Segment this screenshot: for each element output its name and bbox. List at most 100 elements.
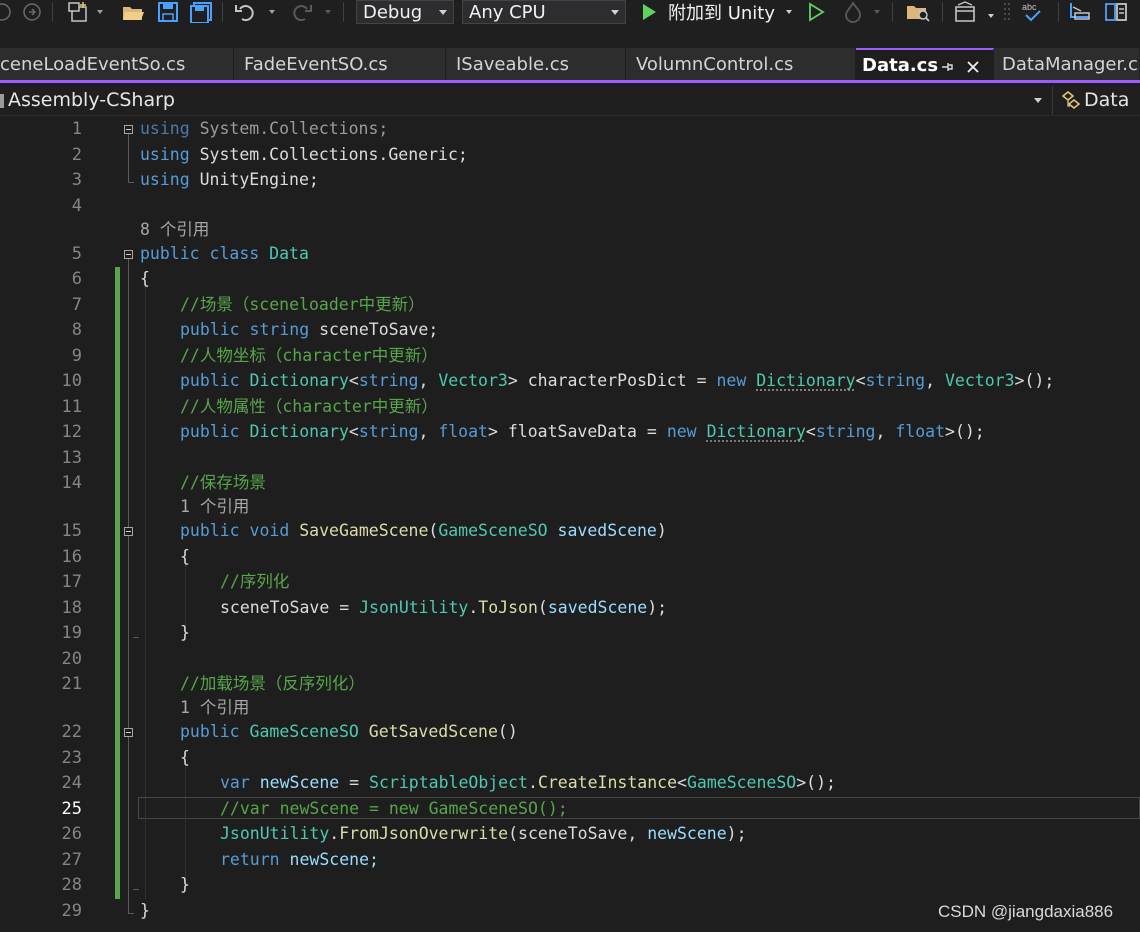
start-without-debugging-icon[interactable] [806, 0, 826, 24]
code-line: //序列化 [220, 572, 290, 591]
toolbar-separator [1058, 2, 1059, 22]
toolbar-separator [343, 2, 344, 22]
toolbar-grip-icon [1000, 0, 1014, 24]
open-folder-icon[interactable] [120, 0, 146, 24]
tab-label: VolumnControl.cs [636, 53, 794, 75]
collapse-icon[interactable] [124, 250, 133, 259]
line-number: 21 [61, 674, 82, 694]
code-line: //人物坐标（character中更新） [180, 346, 438, 365]
line-number: 5 [71, 244, 82, 264]
change-indicator-bar [115, 267, 120, 899]
attach-unity-button[interactable]: 附加到 Unity [640, 0, 804, 24]
line-number: 22 [61, 722, 82, 742]
tab-fade-event[interactable]: FadeEventSO.cs [234, 48, 446, 80]
save-icon[interactable] [156, 0, 180, 24]
clipboard-icon[interactable] [1102, 0, 1130, 24]
line-number: 14 [61, 473, 82, 493]
pin-icon[interactable] [940, 58, 954, 79]
attach-unity-label: 附加到 Unity [668, 3, 776, 24]
code-line: public Dictionary<string, Vector3> chara… [180, 371, 1055, 390]
chevron-down-icon[interactable] [97, 10, 103, 14]
code-line: var newScene = ScriptableObject.CreateIn… [220, 773, 836, 792]
back-icon[interactable] [0, 0, 12, 24]
line-number: 15 [61, 521, 82, 541]
spell-check-icon[interactable]: abc [1018, 0, 1048, 24]
play-icon [643, 4, 656, 20]
code-line: public class Data [140, 244, 309, 263]
fold-line [128, 259, 129, 913]
member-label: Data [1084, 89, 1130, 111]
line-number: 23 [61, 748, 82, 768]
code-line: using System.Collections; [140, 119, 389, 138]
code-line: //保存场景 [180, 473, 266, 492]
line-number: 18 [61, 598, 82, 618]
codelens-references[interactable]: 1 个引用 [180, 497, 249, 517]
line-number: 27 [61, 850, 82, 870]
code-line: } [140, 901, 150, 920]
code-line: //加载场景（反序列化） [180, 674, 365, 693]
line-number: 4 [71, 196, 82, 216]
line-number: 16 [61, 547, 82, 567]
collapse-icon[interactable] [124, 527, 133, 536]
fold-line [133, 637, 139, 638]
code-line: return newScene; [220, 850, 379, 869]
code-line: //人物属性（character中更新） [180, 397, 438, 416]
line-number: 6 [71, 269, 82, 289]
line-number: 29 [61, 901, 82, 921]
code-line: public GameSceneSO GetSavedScene() [180, 722, 518, 741]
collapse-icon[interactable] [124, 728, 133, 737]
chevron-down-icon[interactable] [269, 10, 275, 14]
line-number: 26 [61, 824, 82, 844]
tab-data[interactable]: Data.cs [856, 48, 994, 80]
new-project-icon[interactable] [66, 0, 92, 24]
toolbar-separator [52, 2, 53, 22]
code-line-current: //var newScene = new GameSceneSO(); [220, 799, 568, 818]
fold-line [128, 134, 129, 182]
tab-scene-load-event[interactable]: ceneLoadEventSo.cs [0, 48, 234, 80]
tab-isaveable[interactable]: ISaveable.cs [446, 48, 626, 80]
breakpoint-layout-icon[interactable] [1066, 0, 1094, 24]
undo-icon[interactable] [233, 0, 259, 24]
codelens-references[interactable]: 1 个引用 [180, 698, 249, 718]
line-number: 1 [71, 119, 82, 139]
line-number: 24 [61, 773, 82, 793]
project-icon [0, 94, 4, 108]
code-line: { [140, 269, 150, 288]
chevron-down-icon [874, 10, 880, 14]
redo-icon[interactable] [288, 0, 314, 24]
line-number: 9 [71, 346, 82, 366]
line-number: 19 [61, 623, 82, 643]
chevron-down-icon[interactable] [1034, 98, 1042, 103]
solution-platform-select[interactable]: Any CPU [462, 0, 626, 24]
code-line: JsonUtility.FromJsonOverwrite(sceneToSav… [220, 824, 747, 843]
layout-icon[interactable] [952, 0, 978, 24]
find-in-files-icon[interactable] [904, 0, 932, 24]
line-number: 10 [61, 371, 82, 391]
navigation-bar: Assembly-CSharp Data [0, 86, 1140, 116]
project-dropdown[interactable]: Assembly-CSharp [8, 89, 175, 111]
close-icon[interactable] [966, 58, 980, 79]
chevron-down-icon[interactable] [988, 14, 994, 18]
collapse-icon[interactable] [124, 125, 133, 134]
hot-reload-icon [842, 0, 864, 24]
class-icon [1061, 90, 1081, 110]
code-line: public void SaveGameScene(GameSceneSO sa… [180, 521, 667, 540]
code-line: //场景（sceneloader中更新） [180, 295, 425, 314]
svg-text:abc: abc [1022, 2, 1037, 12]
config-value: Debug [363, 1, 423, 23]
code-line: { [180, 748, 190, 767]
tab-label: DataManager.cs [1002, 53, 1140, 75]
tab-label: ISaveable.cs [456, 53, 570, 75]
tab-volumn-control[interactable]: VolumnControl.cs [626, 48, 856, 80]
code-line: sceneToSave = JsonUtility.ToJson(savedSc… [220, 598, 668, 617]
code-editor[interactable]: 1 2 3 4 5 6 7 8 9 10 11 12 13 14 15 16 1… [0, 117, 1140, 932]
document-tab-bar: ceneLoadEventSo.cs FadeEventSO.cs ISavea… [0, 48, 1140, 80]
code-line: } [180, 875, 190, 894]
save-all-icon[interactable] [188, 0, 214, 24]
forward-icon[interactable] [22, 0, 42, 24]
line-number: 8 [71, 320, 82, 340]
codelens-references[interactable]: 8 个引用 [140, 220, 209, 240]
tab-data-manager[interactable]: DataManager.cs [994, 48, 1140, 80]
solution-configuration-select[interactable]: Debug [356, 0, 454, 24]
code-line: using System.Collections.Generic; [140, 145, 468, 164]
